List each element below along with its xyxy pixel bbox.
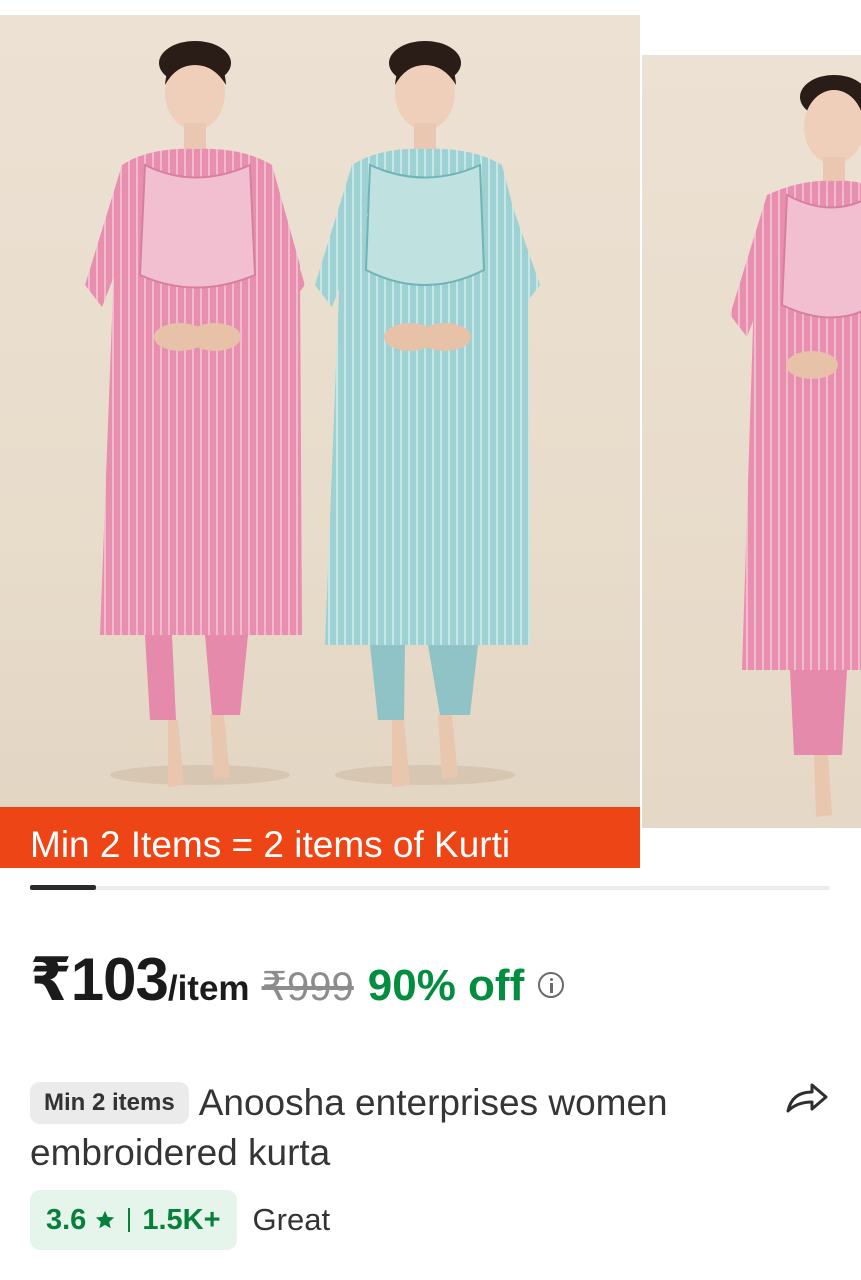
- product-photo-next: [730, 75, 861, 817]
- rating-count: 1.5K+: [142, 1203, 221, 1236]
- star-icon: [96, 1210, 115, 1229]
- carousel-progress-active: [30, 885, 96, 890]
- rating-score: 3.6: [46, 1203, 87, 1236]
- share-icon[interactable]: [784, 1080, 830, 1116]
- rating-separator: [128, 1208, 131, 1232]
- price-unit: /item: [167, 969, 250, 1008]
- product-image-main[interactable]: Min 2 Items = 2 items of Kurti: [0, 15, 640, 868]
- price-mrp: ₹999: [261, 965, 354, 1009]
- price-row: ₹103 /item ₹999 90% off: [30, 945, 565, 1013]
- product-title-block: Min 2 items Anoosha enterprises women emb…: [30, 1078, 750, 1178]
- min-items-badge: Min 2 items: [30, 1082, 189, 1124]
- product-photo: [85, 41, 540, 787]
- rating-row[interactable]: 3.6 1.5K+ Great: [30, 1190, 330, 1250]
- rating-badge[interactable]: 3.6 1.5K+: [30, 1190, 237, 1250]
- rating-label: Great: [252, 1202, 331, 1237]
- carousel-progress-track: [30, 886, 830, 890]
- info-icon[interactable]: [538, 972, 565, 998]
- min-items-banner: Min 2 Items = 2 items of Kurti: [0, 807, 640, 868]
- price-current: ₹103: [30, 946, 169, 1013]
- product-image-carousel[interactable]: Min 2 Items = 2 items of Kurti: [0, 0, 861, 875]
- discount-percent: 90% off: [367, 961, 525, 1010]
- product-image-next[interactable]: [642, 55, 861, 828]
